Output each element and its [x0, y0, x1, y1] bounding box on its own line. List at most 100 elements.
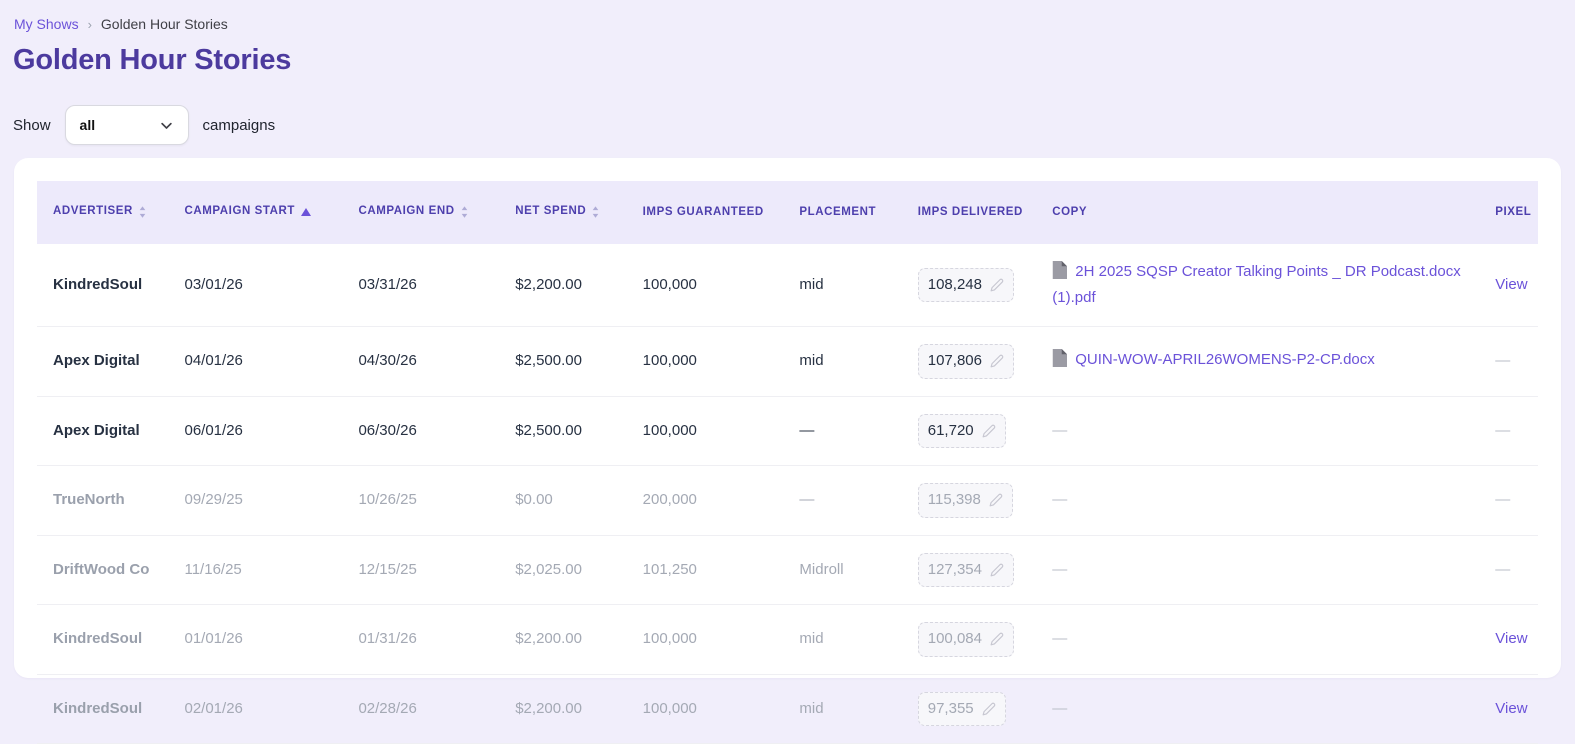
column-header-advertiser[interactable]: Advertiser — [37, 181, 168, 244]
pixel-cell: View — [1479, 674, 1538, 744]
advertiser-cell: Apex Digital — [37, 396, 168, 466]
table-row: KindredSoul 03/01/2603/31/26$2,200.00100,… — [37, 244, 1538, 327]
imps-delivered-cell: 100,084 — [902, 605, 1037, 675]
empty-value: — — [1052, 630, 1067, 647]
campaigns-table: Advertiser Campaign Start Campaign End N… — [37, 181, 1538, 744]
breadcrumb-current: Golden Hour Stories — [101, 16, 228, 32]
campaign-end-cell: 12/15/25 — [342, 535, 499, 605]
imps-delivered-cell: 115,398 — [902, 466, 1037, 536]
imps-guaranteed-cell: 100,000 — [627, 674, 784, 744]
campaign-end-cell: 10/26/25 — [342, 466, 499, 536]
column-header-imps-delivered: Imps Delivered — [902, 181, 1037, 244]
copy-file-name: 2H 2025 SQSP Creator Talking Points _ DR… — [1052, 263, 1460, 306]
campaign-start-cell: 11/16/25 — [168, 535, 342, 605]
advertiser-cell: KindredSoul — [37, 244, 168, 327]
copy-file-link[interactable]: 2H 2025 SQSP Creator Talking Points _ DR… — [1052, 263, 1460, 306]
campaign-end-cell: 04/30/26 — [342, 327, 499, 397]
imps-delivered-value: 107,806 — [928, 350, 982, 373]
copy-cell: — — [1036, 605, 1479, 675]
copy-cell: — — [1036, 466, 1479, 536]
imps-delivered-value: 127,354 — [928, 559, 982, 582]
imps-delivered-cell: 107,806 — [902, 327, 1037, 397]
imps-delivered-cell: 97,355 — [902, 674, 1037, 744]
imps-delivered-value: 97,355 — [928, 698, 974, 721]
net-spend-cell: $2,200.00 — [499, 244, 626, 327]
campaign-start-cell: 09/29/25 — [168, 466, 342, 536]
pixel-cell: View — [1479, 244, 1538, 327]
advertiser-cell: DriftWood Co — [37, 535, 168, 605]
advertiser-name: KindredSoul — [53, 700, 142, 717]
pixel-view-link[interactable]: View — [1495, 276, 1527, 293]
imps-delivered-field[interactable]: 61,720 — [918, 414, 1006, 449]
placement-cell: mid — [783, 674, 901, 744]
imps-delivered-field[interactable]: 107,806 — [918, 344, 1014, 379]
copy-cell: QUIN-WOW-APRIL26WOMENS-P2-CP.docx — [1036, 327, 1479, 397]
filter-label-show: Show — [13, 117, 51, 134]
page-title: Golden Hour Stories — [13, 44, 1575, 77]
imps-delivered-value: 108,248 — [928, 274, 982, 297]
table-row: TrueNorth09/29/2510/26/25$0.00200,000—11… — [37, 466, 1538, 536]
advertiser-name: KindredSoul — [53, 276, 142, 293]
table-row: Apex Digital04/01/2604/30/26$2,500.00100… — [37, 327, 1538, 397]
imps-guaranteed-cell: 100,000 — [627, 244, 784, 327]
advertiser-cell: KindredSoul — [37, 605, 168, 675]
campaign-start-cell: 06/01/26 — [168, 396, 342, 466]
pixel-view-link[interactable]: View — [1495, 700, 1527, 717]
campaign-end-cell: 06/30/26 — [342, 396, 499, 466]
column-header-campaign-end[interactable]: Campaign End — [342, 181, 499, 244]
net-spend-cell: $2,200.00 — [499, 674, 626, 744]
table-body: KindredSoul03/01/2603/31/26$2,200.00100,… — [37, 244, 1538, 744]
chevron-down-icon — [159, 118, 174, 133]
campaign-filter-selected-value: all — [80, 117, 96, 133]
sort-asc-icon — [301, 203, 311, 223]
pixel-view-link[interactable]: View — [1495, 630, 1527, 647]
imps-guaranteed-cell: 100,000 — [627, 327, 784, 397]
column-header-pixel: Pixel — [1479, 181, 1538, 244]
filter-label-campaigns: campaigns — [203, 117, 276, 134]
imps-delivered-field[interactable]: 108,248 — [918, 268, 1014, 303]
empty-value: — — [1495, 352, 1510, 369]
imps-delivered-field[interactable]: 97,355 — [918, 692, 1006, 727]
pixel-cell: View — [1479, 605, 1538, 675]
copy-cell: — — [1036, 674, 1479, 744]
breadcrumb-link-my-shows[interactable]: My Shows — [14, 16, 79, 32]
table-header-row: Advertiser Campaign Start Campaign End N… — [37, 181, 1538, 244]
campaign-end-cell: 02/28/26 — [342, 674, 499, 744]
campaign-end-cell: 01/31/26 — [342, 605, 499, 675]
pencil-icon — [990, 563, 1004, 577]
pencil-icon — [990, 354, 1004, 368]
net-spend-cell: $0.00 — [499, 466, 626, 536]
copy-cell: — — [1036, 535, 1479, 605]
campaign-start-cell: 01/01/26 — [168, 605, 342, 675]
table-row: KindredSoul02/01/2602/28/26$2,200.00100,… — [37, 674, 1538, 744]
column-header-campaign-start[interactable]: Campaign Start — [168, 181, 342, 244]
imps-delivered-cell: 127,354 — [902, 535, 1037, 605]
imps-delivered-value: 100,084 — [928, 628, 982, 651]
column-header-net-spend[interactable]: Net Spend — [499, 181, 626, 244]
campaigns-card: Advertiser Campaign Start Campaign End N… — [14, 158, 1561, 678]
pencil-icon — [990, 278, 1004, 292]
imps-delivered-field[interactable]: 127,354 — [918, 553, 1014, 588]
table-row: KindredSoul01/01/2601/31/26$2,200.00100,… — [37, 605, 1538, 675]
advertiser-name: Apex Digital — [53, 352, 140, 369]
imps-delivered-field[interactable]: 100,084 — [918, 622, 1014, 657]
column-header-imps-guaranteed: Imps Guaranteed — [627, 181, 784, 244]
advertiser-cell: Apex Digital — [37, 327, 168, 397]
sort-both-icon — [461, 203, 468, 223]
imps-delivered-value: 61,720 — [928, 420, 974, 443]
empty-value: — — [1052, 561, 1067, 578]
placement-cell: mid — [783, 244, 901, 327]
empty-value: — — [1495, 491, 1510, 508]
copy-file-link[interactable]: QUIN-WOW-APRIL26WOMENS-P2-CP.docx — [1052, 351, 1375, 368]
empty-value: — — [1052, 491, 1067, 508]
imps-delivered-field[interactable]: 115,398 — [918, 483, 1013, 518]
imps-delivered-cell: 108,248 — [902, 244, 1037, 327]
copy-cell: — — [1036, 396, 1479, 466]
pixel-cell: — — [1479, 396, 1538, 466]
pencil-icon — [990, 632, 1004, 646]
campaign-filter-select[interactable]: all — [65, 105, 189, 145]
campaign-start-cell: 03/01/26 — [168, 244, 342, 327]
sort-both-icon — [592, 203, 599, 223]
campaign-end-cell: 03/31/26 — [342, 244, 499, 327]
column-header-copy: Copy — [1036, 181, 1479, 244]
